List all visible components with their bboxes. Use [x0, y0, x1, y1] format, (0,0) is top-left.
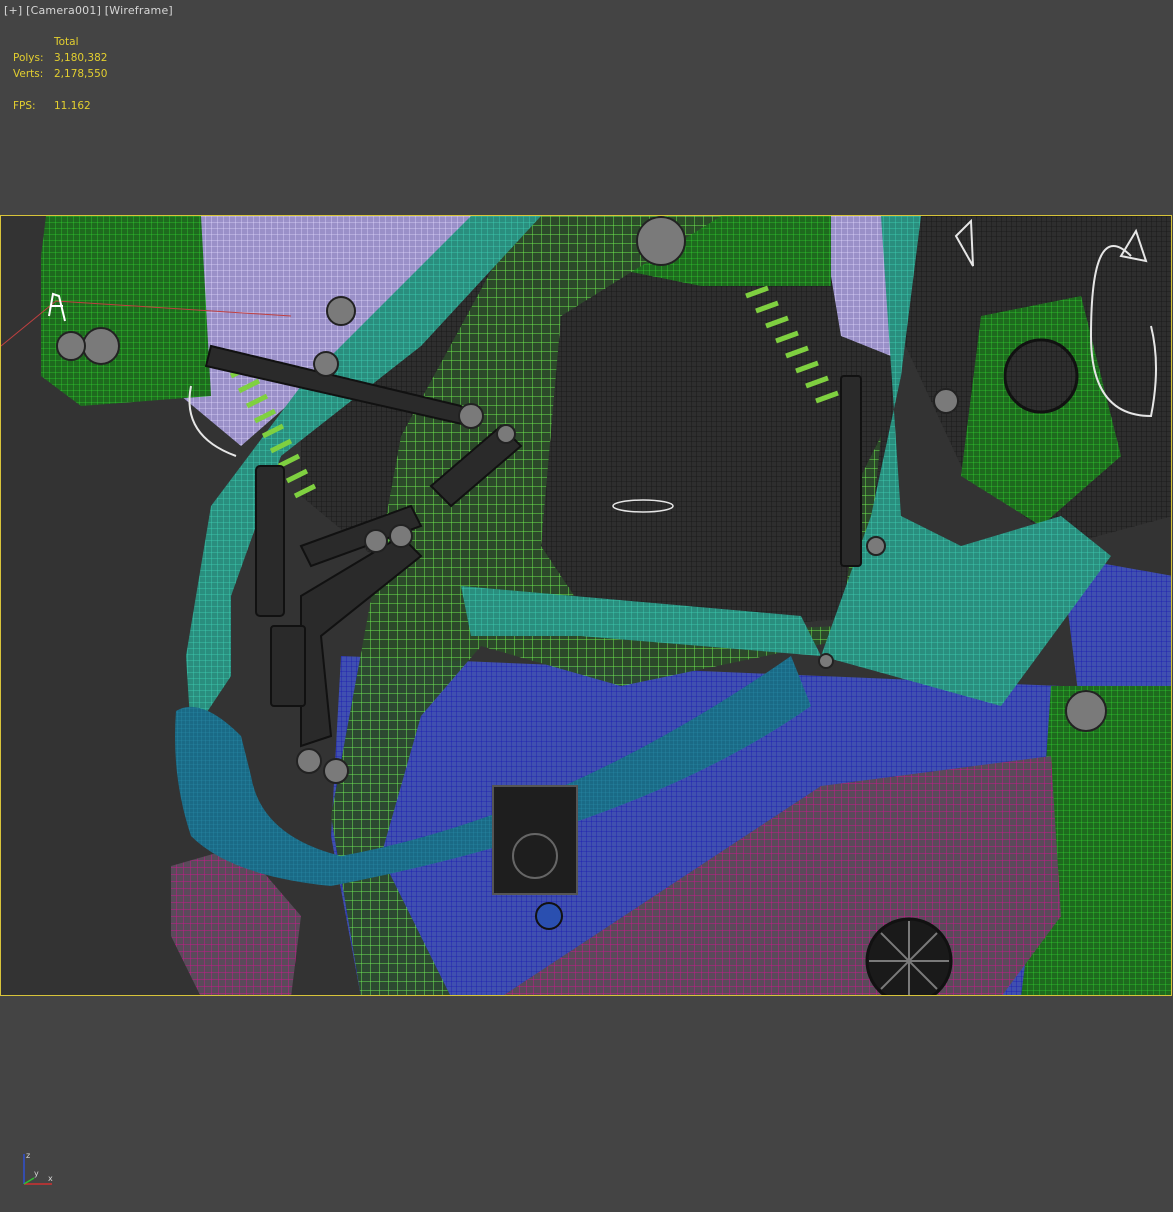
wireframe-scene[interactable] [1, 216, 1172, 996]
statistics-overlay: Total Polys: 3,180,382 Verts: 2,178,550 FP… [13, 34, 107, 114]
viewport-label: [+] [Camera001] [Wireframe] [4, 4, 173, 17]
safe-frame-render-region[interactable] [0, 215, 1172, 996]
camera-selector[interactable]: [Camera001] [26, 4, 101, 17]
polys-label: Polys: [13, 52, 44, 64]
polys-value: 3,180,382 [54, 52, 108, 64]
axis-x-label: x [48, 1174, 53, 1183]
shading-mode-selector[interactable]: [Wireframe] [105, 4, 173, 17]
stats-header: Total [54, 36, 79, 48]
fps-value: 11.162 [54, 100, 91, 112]
right-hub-mesh [1003, 338, 1079, 414]
axis-y-line [23, 1177, 35, 1185]
axis-z-label: z [26, 1151, 30, 1160]
top-left-green-mount-mesh [41, 216, 211, 406]
axis-y-label: y [34, 1169, 39, 1178]
blue-sensor-knob [535, 902, 563, 930]
axis-tripod-gizmo: z x y [23, 1151, 53, 1185]
fps-label: FPS: [13, 100, 36, 112]
verts-label: Verts: [13, 68, 44, 80]
verts-value: 2,178,550 [54, 68, 108, 80]
viewport-menu-button[interactable]: [+] [4, 4, 22, 17]
